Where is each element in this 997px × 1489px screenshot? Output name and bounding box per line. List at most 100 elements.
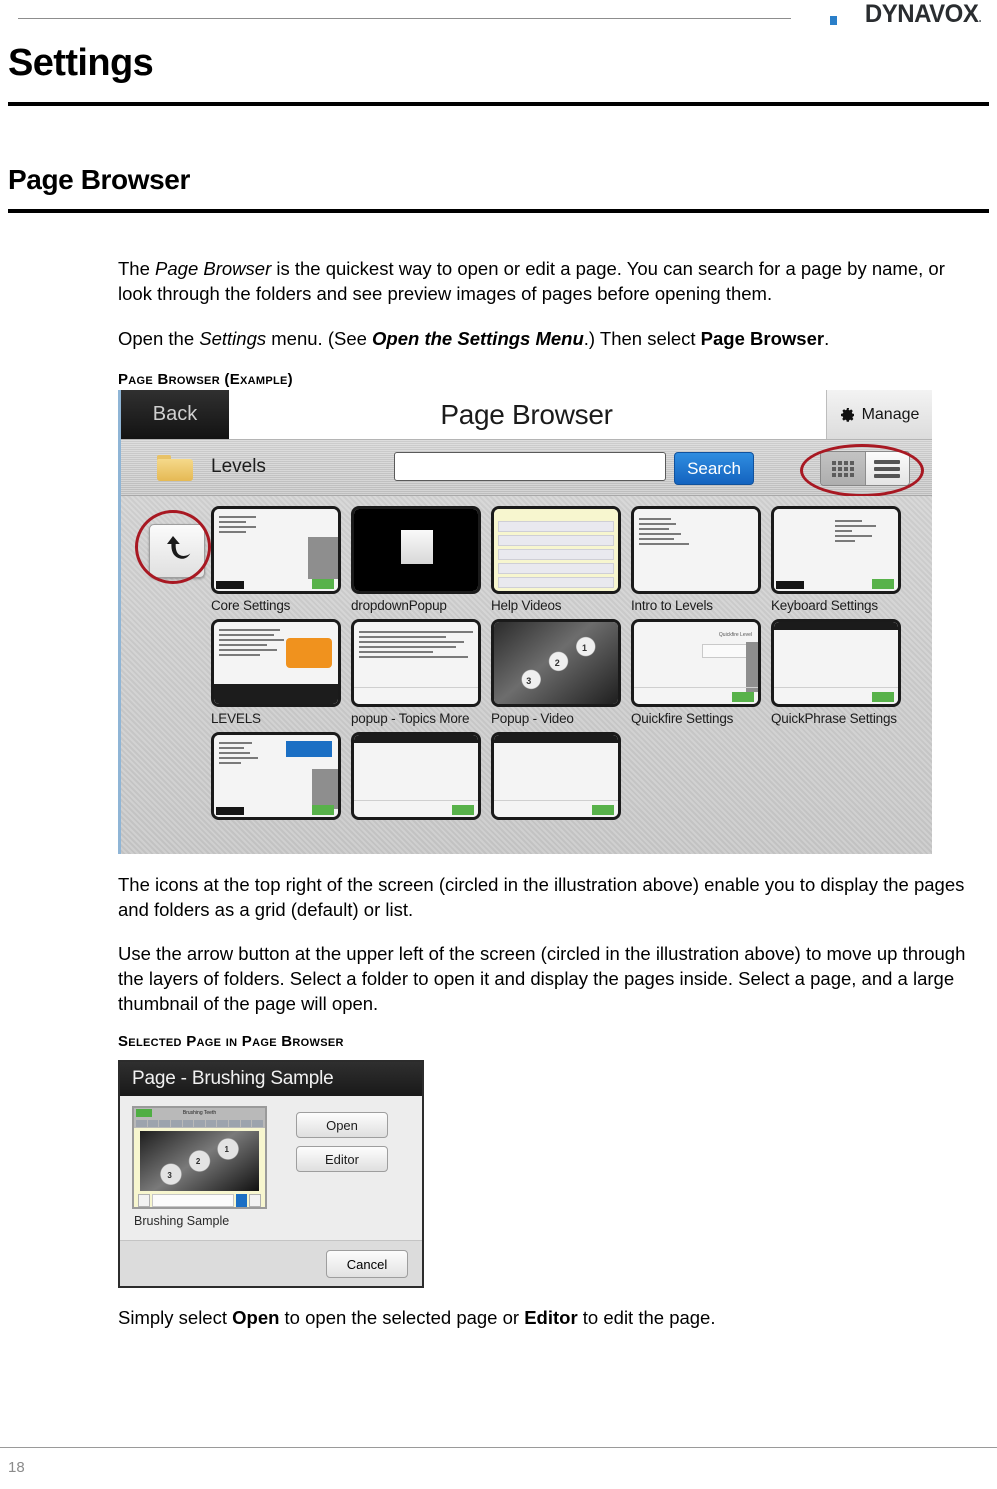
open-text-4: . xyxy=(824,328,830,349)
folder-icon xyxy=(157,455,193,481)
thumb-page-title: Brushing Teeth xyxy=(182,1110,217,1116)
thumb-page-header: Brushing Teeth xyxy=(134,1108,265,1119)
thumbnail-item[interactable]: Help Videos xyxy=(491,506,621,613)
thumbnail-item[interactable]: Quickfire Level Quickfire Settings xyxy=(631,619,761,726)
selected-page-dialog: Page - Brushing Sample Brushing Teeth 3 … xyxy=(118,1060,424,1288)
thumb-bottom-bar xyxy=(138,1194,261,1207)
thumb-blue-button xyxy=(236,1194,247,1207)
paragraph-open-settings: Open the Settings menu. (See Open the Se… xyxy=(118,326,976,351)
thumbnail-row: Core Settings dropdownPopup Help Videos xyxy=(211,506,924,613)
thumbnail-item[interactable] xyxy=(491,732,621,824)
page-browser-toolbar: Levels Search xyxy=(121,440,932,497)
thumbnail-item[interactable] xyxy=(211,732,341,824)
thumbnail-grid: Core Settings dropdownPopup Help Videos xyxy=(211,506,924,854)
paragraph-simply-select: Simply select Open to open the selected … xyxy=(118,1305,976,1330)
cancel-button[interactable]: Cancel xyxy=(326,1250,408,1278)
thumbnail-item[interactable]: QuickPhrase Settings xyxy=(771,619,901,726)
film-number: 2 xyxy=(554,658,560,669)
header-divider xyxy=(18,18,791,19)
thumbnail-preview xyxy=(351,506,481,594)
thumb-message-bar xyxy=(152,1194,234,1207)
page-thumbnail[interactable]: Brushing Teeth 3 2 1 xyxy=(132,1106,267,1209)
page-title: Settings xyxy=(8,42,154,84)
thumbnail-item[interactable]: Keyboard Settings xyxy=(771,506,901,613)
gear-icon xyxy=(840,407,856,423)
film-number: 1 xyxy=(224,1145,229,1155)
thumbnail-label: Keyboard Settings xyxy=(771,598,878,613)
section-rule xyxy=(8,209,989,213)
quickfire-level-label: Quickfire Level xyxy=(718,632,752,638)
thumbnail-preview xyxy=(771,506,901,594)
thumbnail-preview xyxy=(211,506,341,594)
open-bolditalic-ref: Open the Settings Menu xyxy=(372,328,584,349)
thumbnail-preview xyxy=(491,732,621,820)
simply-bold-open: Open xyxy=(232,1307,280,1328)
simply-text-1: Simply select xyxy=(118,1307,233,1328)
thumb-right-button xyxy=(249,1194,261,1207)
thumbnail-preview: 3 2 1 xyxy=(491,619,621,707)
section-title: Page Browser xyxy=(8,164,190,195)
manage-label: Manage xyxy=(861,405,920,423)
open-bold-pagebrowser: Page Browser xyxy=(700,328,825,349)
simply-text-2: to open the selected page or xyxy=(279,1307,525,1328)
grid-view-icon[interactable] xyxy=(821,452,866,485)
logo-text: DYNAVOX xyxy=(864,0,978,28)
open-italic-settings: Settings xyxy=(199,328,267,349)
search-button[interactable]: Search xyxy=(674,452,754,485)
thumbnail-item[interactable] xyxy=(351,732,481,824)
manage-button[interactable]: Manage xyxy=(826,390,932,439)
thumb-button-row xyxy=(134,1119,265,1128)
figure-caption-2: Selected Page in Page Browser xyxy=(118,1033,344,1050)
footer-divider xyxy=(0,1447,997,1448)
film-number: 3 xyxy=(526,676,532,687)
page-number: 18 xyxy=(8,1459,25,1476)
dynavox-logo: DYNAVOX. xyxy=(864,2,981,27)
dialog-body: Brushing Teeth 3 2 1 Brushing Sample Ope… xyxy=(120,1096,422,1241)
thumbnail-label: QuickPhrase Settings xyxy=(771,711,897,726)
thumbnail-row: LEVELS popup - Topics More 3 2 1 Popup -… xyxy=(211,619,924,726)
thumbnail-item[interactable]: LEVELS xyxy=(211,619,341,726)
paragraph-arrow: Use the arrow button at the upper left o… xyxy=(118,943,966,1014)
simply-bold-editor: Editor xyxy=(524,1307,578,1328)
page-browser-grid: Core Settings dropdownPopup Help Videos xyxy=(121,496,932,854)
page-browser-screenshot: Page Browser Back Manage Levels Search C… xyxy=(118,390,932,854)
thumbnail-preview: Quickfire Level xyxy=(631,619,761,707)
document-header: DYNAVOX. xyxy=(0,0,997,36)
thumbnail-preview xyxy=(211,619,341,707)
intro-italic-pagebrowser: Page Browser xyxy=(155,258,272,279)
paragraph-intro: The Page Browser is the quickest way to … xyxy=(118,256,976,306)
thumbnail-item[interactable]: Intro to Levels xyxy=(631,506,761,613)
thumbnail-label: Quickfire Settings xyxy=(631,711,734,726)
thumbnail-label: popup - Topics More xyxy=(351,711,470,726)
logo-dot: . xyxy=(978,10,982,25)
logo-accent-square xyxy=(830,16,837,25)
intro-text-1: The xyxy=(118,258,156,279)
thumbnail-item[interactable]: Core Settings xyxy=(211,506,341,613)
open-button[interactable]: Open xyxy=(296,1112,388,1138)
thumbnail-preview xyxy=(351,619,481,707)
editor-button[interactable]: Editor xyxy=(296,1146,388,1172)
back-button[interactable]: Back xyxy=(121,390,229,439)
dialog-footer: Cancel xyxy=(120,1241,422,1286)
thumbnail-preview xyxy=(771,619,901,707)
up-folder-button[interactable] xyxy=(149,524,205,578)
thumbnail-item[interactable]: dropdownPopup xyxy=(351,506,481,613)
film-number: 1 xyxy=(582,643,588,654)
thumbnail-label: LEVELS xyxy=(211,711,261,726)
thumbnail-label: dropdownPopup xyxy=(351,598,447,613)
thumbnail-item[interactable]: 3 2 1 Popup - Video xyxy=(491,619,621,726)
thumbnail-item[interactable]: popup - Topics More xyxy=(351,619,481,726)
paragraph-icons: The icons at the top right of the screen… xyxy=(118,874,965,920)
thumb-left-button xyxy=(138,1194,150,1207)
page-browser-title: Page Browser xyxy=(440,398,613,430)
open-text-1: Open the xyxy=(118,328,200,349)
current-folder-label: Levels xyxy=(211,456,266,477)
up-arrow-icon xyxy=(158,531,196,574)
thumbnail-label: Core Settings xyxy=(211,598,291,613)
view-toggle-group[interactable] xyxy=(820,451,910,486)
dialog-page-caption: Brushing Sample xyxy=(134,1214,230,1228)
open-text-3: .) Then select xyxy=(583,328,701,349)
list-view-icon[interactable] xyxy=(865,452,909,485)
search-input[interactable] xyxy=(394,452,666,481)
film-number: 2 xyxy=(195,1157,201,1167)
